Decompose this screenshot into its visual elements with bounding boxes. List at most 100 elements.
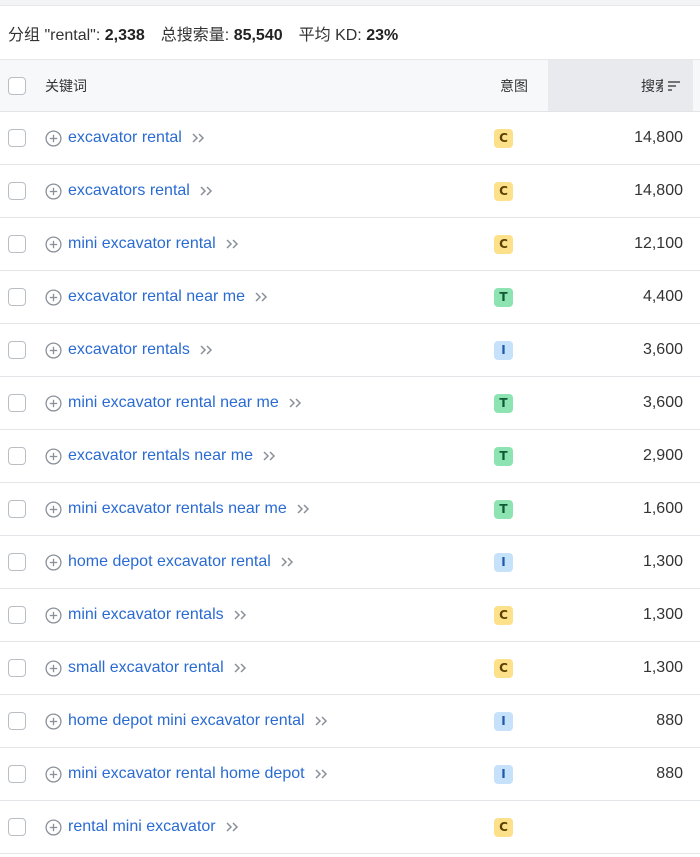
table-row: small excavator rental C 1,300: [0, 642, 700, 695]
keyword-link[interactable]: mini excavator rental near me: [68, 394, 279, 412]
keyword-link[interactable]: rental mini excavator: [68, 818, 216, 836]
sort-descending-icon[interactable]: [667, 80, 681, 92]
double-chevron-right-icon[interactable]: [233, 609, 247, 621]
row-checkbox[interactable]: [8, 500, 26, 518]
double-chevron-right-icon[interactable]: [288, 397, 302, 409]
total-volume-label: 总搜索量:: [160, 26, 230, 44]
intent-badge: T: [494, 393, 513, 413]
intent-badge: I: [494, 711, 513, 731]
double-chevron-right-icon[interactable]: [314, 768, 328, 780]
row-checkbox[interactable]: [8, 447, 26, 465]
double-chevron-right-icon[interactable]: [262, 450, 276, 462]
select-all-checkbox[interactable]: [8, 76, 26, 95]
intent-badge: C: [494, 817, 513, 837]
double-chevron-right-icon[interactable]: [225, 821, 239, 833]
keyword-link[interactable]: mini excavator rental: [68, 235, 216, 253]
plus-circle-icon[interactable]: [45, 341, 62, 359]
plus-circle-icon[interactable]: [45, 288, 62, 306]
search-volume: 3,600: [642, 394, 683, 411]
group-summary: 分组 "rental": 2,338 总搜索量: 85,540 平均 KD: 2…: [0, 6, 700, 59]
double-chevron-right-icon[interactable]: [296, 503, 310, 515]
plus-circle-icon[interactable]: [45, 235, 62, 253]
plus-circle-icon[interactable]: [45, 129, 62, 147]
search-volume: 14,800: [634, 129, 683, 146]
double-chevron-right-icon[interactable]: [254, 291, 268, 303]
row-checkbox[interactable]: [8, 712, 26, 730]
column-header-keyword[interactable]: 关键词: [45, 76, 87, 96]
table-row: rental mini excavator C: [0, 801, 700, 854]
row-checkbox[interactable]: [8, 394, 26, 412]
search-volume: 14,800: [634, 182, 683, 199]
keyword-link[interactable]: excavator rentals: [68, 341, 190, 359]
double-chevron-right-icon[interactable]: [199, 185, 213, 197]
plus-circle-icon[interactable]: [45, 659, 62, 677]
column-header-intent[interactable]: 意图: [500, 76, 528, 96]
search-volume: 4,400: [642, 288, 683, 305]
intent-badge: C: [494, 128, 513, 148]
plus-circle-icon[interactable]: [45, 500, 62, 518]
keyword-link[interactable]: excavator rental: [68, 129, 182, 147]
double-chevron-right-icon[interactable]: [314, 715, 328, 727]
double-chevron-right-icon[interactable]: [280, 556, 294, 568]
keyword-link[interactable]: mini excavator rentals near me: [68, 500, 287, 518]
table-row: mini excavator rentals C 1,300: [0, 589, 700, 642]
double-chevron-right-icon[interactable]: [199, 344, 213, 356]
plus-circle-icon[interactable]: [45, 818, 62, 836]
search-volume: 2,900: [642, 447, 683, 464]
group-count: 2,338: [104, 26, 145, 44]
avg-kd-item: 平均 KD: 23%: [299, 21, 399, 45]
intent-badge: C: [494, 234, 513, 254]
double-chevron-right-icon[interactable]: [233, 662, 247, 674]
table-row: mini excavator rental home depot I 880: [0, 748, 700, 801]
table-row: home depot excavator rental I 1,300: [0, 536, 700, 589]
plus-circle-icon[interactable]: [45, 712, 62, 730]
keyword-link[interactable]: excavators rental: [68, 182, 190, 200]
double-chevron-right-icon[interactable]: [225, 238, 239, 250]
table-row: home depot mini excavator rental I 880: [0, 695, 700, 748]
table-row: mini excavator rental near me T 3,600: [0, 377, 700, 430]
plus-circle-icon[interactable]: [45, 606, 62, 624]
group-label: 分组 "rental":: [8, 26, 101, 44]
keyword-link[interactable]: excavator rentals near me: [68, 447, 253, 465]
row-checkbox[interactable]: [8, 659, 26, 677]
intent-badge: T: [494, 446, 513, 466]
intent-badge: C: [494, 181, 513, 201]
column-header-volume[interactable]: 搜索量: [548, 60, 693, 111]
keyword-link[interactable]: home depot mini excavator rental: [68, 712, 305, 730]
search-volume: 3,600: [642, 341, 683, 358]
keyword-link[interactable]: home depot excavator rental: [68, 553, 271, 571]
keyword-link[interactable]: mini excavator rental home depot: [68, 765, 305, 783]
table-row: excavator rentals I 3,600: [0, 324, 700, 377]
row-checkbox[interactable]: [8, 553, 26, 571]
table-row: excavators rental C 14,800: [0, 165, 700, 218]
keyword-table-body: excavator rental C 14,800 excavators ren…: [0, 112, 700, 854]
search-volume: 1,300: [642, 606, 683, 623]
total-volume-item: 总搜索量: 85,540: [161, 21, 283, 45]
keyword-link[interactable]: mini excavator rentals: [68, 606, 224, 624]
double-chevron-right-icon[interactable]: [191, 132, 205, 144]
row-checkbox[interactable]: [8, 818, 26, 836]
avg-kd-label: 平均 KD:: [298, 26, 362, 44]
table-row: mini excavator rentals near me T 1,600: [0, 483, 700, 536]
row-checkbox[interactable]: [8, 182, 26, 200]
intent-badge: I: [494, 552, 513, 572]
intent-badge: T: [494, 287, 513, 307]
plus-circle-icon[interactable]: [45, 553, 62, 571]
plus-circle-icon[interactable]: [45, 394, 62, 412]
search-volume: 12,100: [634, 235, 683, 252]
row-checkbox[interactable]: [8, 129, 26, 147]
table-header: 关键词 意图 搜索量: [0, 59, 700, 112]
keyword-link[interactable]: small excavator rental: [68, 659, 224, 677]
row-checkbox[interactable]: [8, 606, 26, 624]
row-checkbox[interactable]: [8, 235, 26, 253]
search-volume: 880: [656, 712, 683, 729]
plus-circle-icon[interactable]: [45, 765, 62, 783]
row-checkbox[interactable]: [8, 765, 26, 783]
plus-circle-icon[interactable]: [45, 182, 62, 200]
search-volume: 1,600: [642, 500, 683, 517]
plus-circle-icon[interactable]: [45, 447, 62, 465]
row-checkbox[interactable]: [8, 341, 26, 359]
intent-badge: C: [494, 605, 513, 625]
row-checkbox[interactable]: [8, 288, 26, 306]
keyword-link[interactable]: excavator rental near me: [68, 288, 245, 306]
